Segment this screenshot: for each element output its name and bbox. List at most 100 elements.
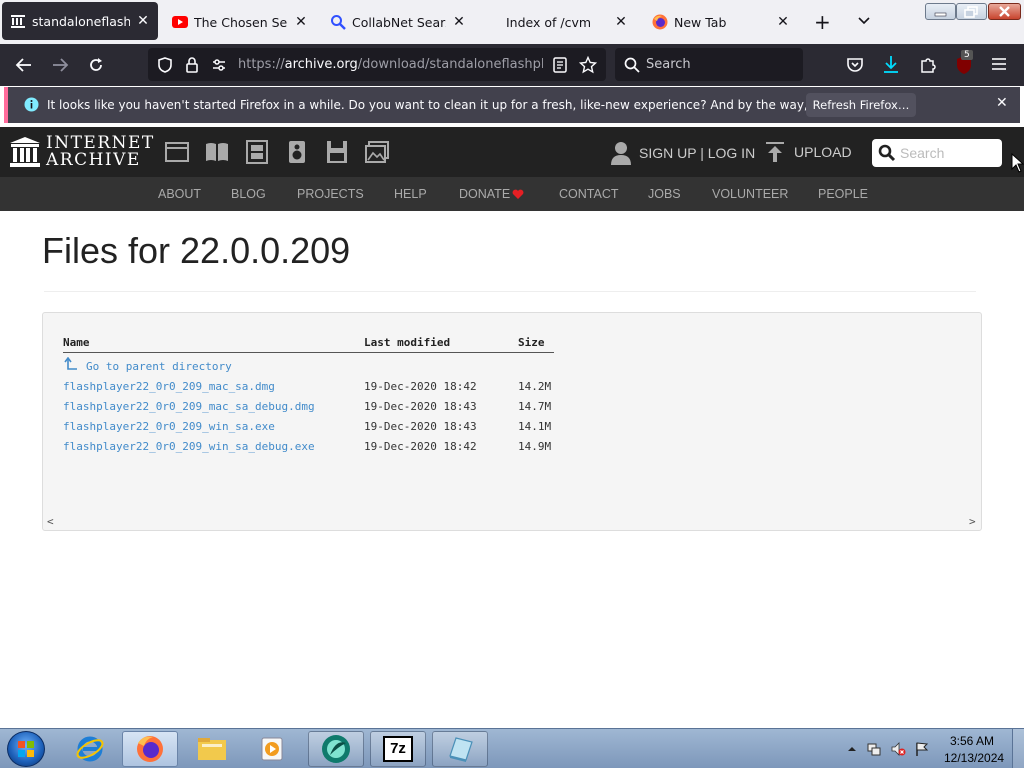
- file-link[interactable]: flashplayer22_0r0_209_win_sa.exe: [63, 420, 275, 433]
- subnav-donate[interactable]: DONATE: [459, 187, 510, 201]
- internet-archive-logo-text[interactable]: INTERNET ARCHIVE: [46, 135, 155, 169]
- tab-close-icon[interactable]: ✕: [612, 13, 630, 31]
- hamburger-menu-icon[interactable]: [991, 57, 1007, 71]
- scroll-left-arrow[interactable]: <: [47, 515, 54, 528]
- volume-muted-icon[interactable]: [890, 741, 906, 757]
- column-header-name[interactable]: Name: [63, 336, 90, 349]
- tab-close-icon[interactable]: ✕: [292, 13, 310, 31]
- subnav-contact[interactable]: CONTACT: [559, 187, 619, 201]
- windows-taskbar: 7z 3:56 AM 12/13/2024: [0, 728, 1024, 768]
- permissions-icon[interactable]: [210, 56, 228, 74]
- new-tab-button[interactable]: +: [814, 12, 831, 32]
- file-explorer-icon: [198, 738, 226, 760]
- bookmark-star-icon[interactable]: [579, 56, 597, 74]
- refresh-firefox-button[interactable]: Refresh Firefox…: [806, 93, 916, 117]
- window-close-button[interactable]: [988, 3, 1021, 20]
- scroll-right-arrow[interactable]: >: [969, 515, 976, 528]
- tab-index-cvm[interactable]: Index of /cvm ✕: [476, 4, 636, 40]
- tab-archive[interactable]: standaloneflashpla ✕: [2, 2, 158, 40]
- notepad-icon: [449, 737, 473, 762]
- page-title: Files for 22.0.0.209: [42, 230, 351, 271]
- column-header-modified[interactable]: Last modified: [364, 336, 450, 349]
- show-hidden-icons-icon[interactable]: [844, 741, 860, 757]
- parent-directory-link[interactable]: Go to parent directory: [86, 360, 232, 373]
- searxng-favicon-icon: [330, 14, 346, 30]
- file-size: 14.1M: [518, 420, 552, 433]
- web-icon[interactable]: [164, 140, 190, 164]
- subnav-about[interactable]: ABOUT: [158, 187, 201, 201]
- taskbar-media-player[interactable]: [244, 731, 300, 767]
- clock-date[interactable]: 12/13/2024: [944, 751, 1004, 765]
- ublock-extension-button[interactable]: 5: [955, 50, 975, 75]
- mouse-cursor-icon: [1011, 153, 1024, 173]
- ia-search-placeholder: Search: [900, 145, 945, 161]
- pocket-icon[interactable]: [846, 56, 864, 74]
- taskbar-teal-app[interactable]: [308, 731, 364, 767]
- window-minimize-button[interactable]: [925, 3, 956, 20]
- tab-close-icon[interactable]: ✕: [774, 13, 792, 31]
- tracking-shield-icon[interactable]: [156, 56, 174, 74]
- clock-time[interactable]: 3:56 AM: [950, 734, 994, 748]
- reader-view-icon[interactable]: [551, 56, 569, 74]
- search-bar[interactable]: Search: [615, 48, 803, 81]
- downloads-icon[interactable]: [882, 55, 900, 75]
- column-header-size[interactable]: Size: [518, 336, 545, 349]
- video-film-icon[interactable]: [244, 140, 270, 164]
- youtube-favicon-icon: [172, 14, 188, 30]
- tab-strip: standaloneflashpla ✕ The Chosen Season ✕…: [0, 0, 1024, 44]
- sign-up-login-link[interactable]: SIGN UP | LOG IN: [639, 145, 755, 161]
- upload-link[interactable]: UPLOAD: [794, 144, 852, 160]
- tab-new-tab[interactable]: New Tab ✕: [644, 4, 798, 40]
- tab-close-icon[interactable]: ✕: [450, 13, 468, 31]
- subnav-blog[interactable]: BLOG: [231, 187, 266, 201]
- software-floppy-icon[interactable]: [324, 140, 350, 164]
- taskbar-notepad[interactable]: [432, 731, 488, 767]
- back-button[interactable]: [12, 54, 36, 76]
- subnav-people[interactable]: PEOPLE: [818, 187, 868, 201]
- extensions-puzzle-icon[interactable]: [919, 55, 937, 75]
- subnav-help[interactable]: HELP: [394, 187, 427, 201]
- table-row: flashplayer22_0r0_209_win_sa.exe 19-Dec-…: [43, 420, 643, 436]
- url-domain: archive.org: [284, 57, 358, 72]
- user-icon[interactable]: [610, 141, 632, 165]
- lock-icon[interactable]: [183, 56, 201, 74]
- file-link[interactable]: flashplayer22_0r0_209_win_sa_debug.exe: [63, 440, 315, 453]
- header-rule: [63, 352, 554, 353]
- file-listing: Name Last modified Size Go to parent dir…: [42, 312, 982, 531]
- firefox-refresh-notification: It looks like you haven't started Firefo…: [4, 87, 1020, 123]
- subnav-volunteer[interactable]: VOLUNTEER: [712, 187, 788, 201]
- action-center-flag-icon[interactable]: [914, 741, 930, 757]
- audio-speaker-icon[interactable]: [284, 140, 310, 164]
- info-icon: [24, 97, 39, 112]
- tab-close-icon[interactable]: ✕: [134, 12, 152, 30]
- images-icon[interactable]: [364, 140, 390, 164]
- taskbar-firefox[interactable]: [122, 731, 178, 767]
- taskbar-internet-explorer[interactable]: [62, 731, 118, 767]
- tab-title: standaloneflashpla: [32, 13, 130, 29]
- url-bar[interactable]: https://archive.org/download/standalonef…: [148, 48, 606, 81]
- list-all-tabs-icon[interactable]: [856, 12, 872, 28]
- parent-directory-arrow-icon[interactable]: [63, 357, 78, 372]
- subnav-jobs[interactable]: JOBS: [648, 187, 681, 201]
- tab-searxng[interactable]: CollabNet SearXNG ✕: [322, 4, 474, 40]
- notification-close-icon[interactable]: ✕: [996, 95, 1008, 111]
- start-button[interactable]: [7, 731, 45, 767]
- subnav-projects[interactable]: PROJECTS: [297, 187, 364, 201]
- upload-icon[interactable]: [765, 141, 785, 163]
- extension-badge: 5: [961, 50, 973, 60]
- tab-title: CollabNet SearXNG: [352, 14, 446, 30]
- tab-youtube[interactable]: The Chosen Season ✕: [164, 4, 316, 40]
- url-text[interactable]: https://archive.org/download/standalonef…: [238, 57, 543, 72]
- window-restore-button[interactable]: [956, 3, 987, 20]
- reload-button[interactable]: [84, 54, 108, 76]
- ia-search-input[interactable]: Search: [872, 139, 1002, 167]
- file-link[interactable]: flashplayer22_0r0_209_mac_sa.dmg: [63, 380, 275, 393]
- network-icon[interactable]: [866, 741, 882, 757]
- file-link[interactable]: flashplayer22_0r0_209_mac_sa_debug.dmg: [63, 400, 315, 413]
- internet-archive-logo-icon[interactable]: [10, 137, 40, 167]
- taskbar-file-explorer[interactable]: [184, 731, 240, 767]
- taskbar-7zip[interactable]: 7z: [370, 731, 426, 767]
- show-desktop-button[interactable]: [1012, 729, 1024, 768]
- forward-button[interactable]: [48, 54, 72, 76]
- texts-book-icon[interactable]: [204, 140, 230, 164]
